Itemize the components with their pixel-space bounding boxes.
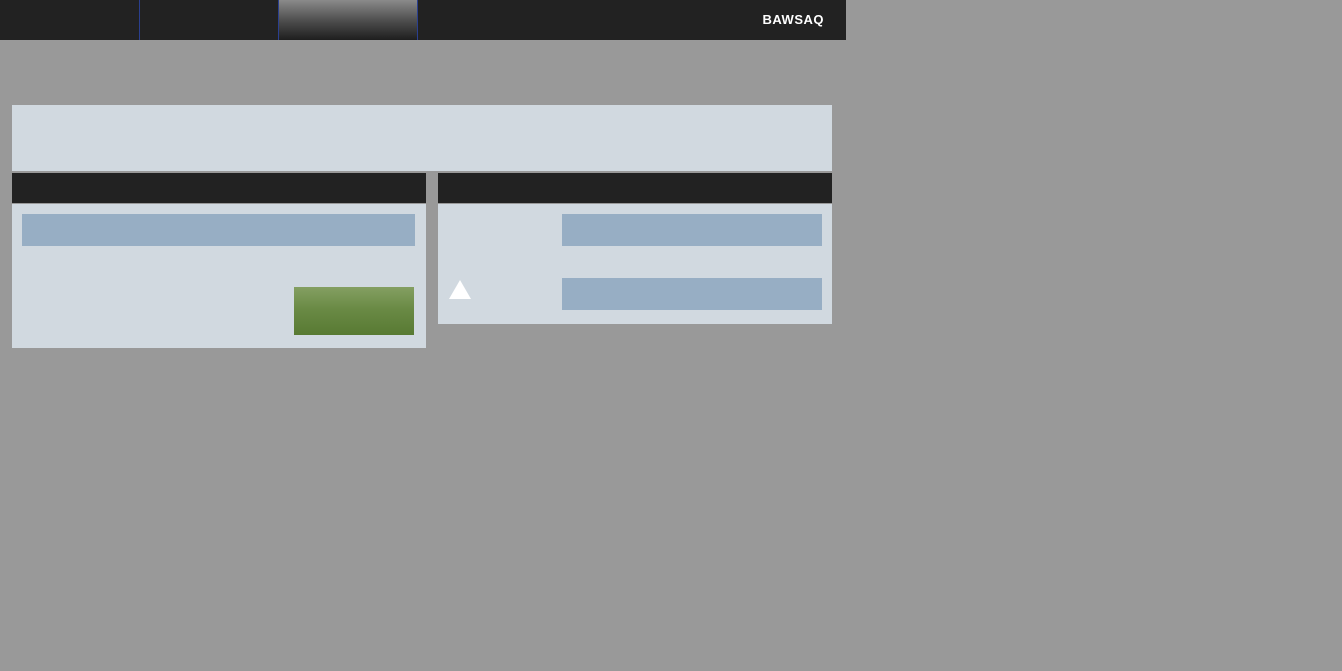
submit-button[interactable] [294, 287, 414, 335]
right-panel-header [438, 173, 832, 203]
left-panel-header [12, 173, 426, 203]
right-panel-input-1[interactable] [562, 214, 822, 246]
warning-triangle-icon [449, 280, 471, 299]
nav-tab-2[interactable] [139, 0, 278, 40]
bawsaq-logo[interactable]: BAWSAQ [763, 12, 825, 27]
top-nav-bar: BAWSAQ [0, 0, 846, 40]
left-panel-input[interactable] [22, 214, 415, 246]
nav-tab-3-active[interactable] [278, 0, 418, 40]
left-panel [12, 204, 426, 348]
nav-tab-1[interactable] [0, 0, 139, 40]
right-panel-input-2[interactable] [562, 278, 822, 310]
info-banner [12, 105, 832, 171]
right-panel [438, 204, 832, 324]
